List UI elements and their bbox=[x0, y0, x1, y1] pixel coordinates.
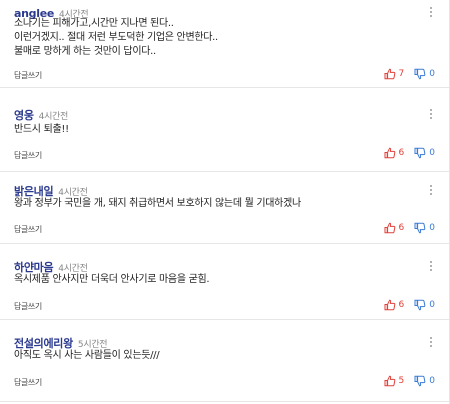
like-button[interactable]: 7 bbox=[384, 68, 405, 80]
like-count: 6 bbox=[398, 148, 405, 158]
comment-item: 밝은내일 4시간전 왕과 정부가 국민을 개, 돼지 취급하면서 보호하지 않는데… bbox=[0, 172, 449, 244]
like-count: 6 bbox=[398, 223, 405, 233]
comment-line: 불매로 망하게 하는 것만이 답이다.. bbox=[14, 46, 156, 57]
like-count: 6 bbox=[398, 300, 405, 310]
more-options-icon[interactable] bbox=[427, 335, 435, 349]
dislike-count: 0 bbox=[429, 69, 435, 79]
dislike-count: 0 bbox=[429, 148, 435, 158]
comment-item: 하얀마음 4시간전 옥시제품 안사지만 더욱더 안사기로 마음을 굳힘. 답글쓰기… bbox=[0, 244, 449, 320]
comment-text: 반드시 퇴출!! bbox=[14, 123, 69, 137]
dislike-button[interactable]: 0 bbox=[414, 222, 435, 234]
thumbs-up-icon bbox=[384, 375, 395, 387]
thumbs-down-icon bbox=[414, 375, 426, 387]
comment-text: 왕과 정부가 국민을 개, 돼지 취급하면서 보호하지 않는데 뭘 기대하겠나 bbox=[14, 197, 301, 211]
dislike-button[interactable]: 0 bbox=[414, 299, 435, 311]
like-button[interactable]: 6 bbox=[384, 299, 405, 311]
vote-group: 5 0 bbox=[384, 375, 435, 387]
dislike-count: 0 bbox=[429, 223, 435, 233]
thumbs-down-icon bbox=[414, 147, 426, 159]
dislike-count: 0 bbox=[429, 376, 435, 386]
comment-header: 영웅 4시간전 bbox=[14, 104, 68, 123]
more-options-icon[interactable] bbox=[427, 183, 435, 197]
dislike-count: 0 bbox=[429, 300, 435, 310]
reply-button[interactable]: 답글쓰기 bbox=[14, 70, 42, 81]
comment-line: 반드시 퇴출!! bbox=[14, 124, 69, 135]
comment-line: 옥시제품 안사지만 더욱더 안사기로 마음을 굳힘. bbox=[14, 274, 210, 285]
comment-item: anglee 4시간전 소나기는 피해가고,시간만 지나면 된다.. 이런거겠지.… bbox=[0, 0, 449, 88]
comment-line: 왕과 정부가 국민을 개, 돼지 취급하면서 보호하지 않는데 뭘 기대하겠나 bbox=[14, 198, 301, 209]
dislike-button[interactable]: 0 bbox=[414, 147, 435, 159]
like-count: 5 bbox=[398, 376, 405, 386]
comment-author[interactable]: 영웅 bbox=[14, 109, 34, 122]
more-options-icon[interactable] bbox=[427, 259, 435, 273]
thumbs-up-icon bbox=[384, 68, 395, 80]
more-options-icon[interactable] bbox=[427, 5, 435, 19]
comment-line: 소나기는 피해가고,시간만 지나면 된다.. bbox=[14, 18, 174, 29]
comment-line: 이런거겠지.. 절대 저런 부도덕한 기업은 안변한다.. bbox=[14, 32, 218, 43]
thumbs-down-icon bbox=[414, 222, 426, 234]
more-options-icon[interactable] bbox=[427, 107, 435, 121]
comment-text: 소나기는 피해가고,시간만 지나면 된다.. 이런거겠지.. 절대 저런 부도덕… bbox=[14, 17, 218, 59]
comment-text: 아직도 옥시 사는 사람들이 있는듯/// bbox=[14, 349, 160, 363]
comment-item: 전설의에리왕 5시간전 아직도 옥시 사는 사람들이 있는듯/// 답글쓰기 5 … bbox=[0, 320, 449, 402]
thumbs-up-icon bbox=[384, 299, 395, 311]
like-button[interactable]: 6 bbox=[384, 222, 405, 234]
thumbs-up-icon bbox=[384, 222, 395, 234]
vote-group: 6 0 bbox=[384, 299, 435, 311]
dislike-button[interactable]: 0 bbox=[414, 375, 435, 387]
like-count: 7 bbox=[398, 69, 405, 79]
comment-list: anglee 4시간전 소나기는 피해가고,시간만 지나면 된다.. 이런거겠지.… bbox=[0, 0, 450, 404]
comment-line: 아직도 옥시 사는 사람들이 있는듯/// bbox=[14, 350, 160, 361]
comment-text: 옥시제품 안사지만 더욱더 안사기로 마음을 굳힘. bbox=[14, 273, 210, 287]
like-button[interactable]: 6 bbox=[384, 147, 405, 159]
comment-item: 영웅 4시간전 반드시 퇴출!! 답글쓰기 6 0 bbox=[0, 88, 449, 172]
reply-button[interactable]: 답글쓰기 bbox=[14, 377, 42, 388]
reply-button[interactable]: 답글쓰기 bbox=[14, 150, 42, 161]
thumbs-down-icon bbox=[414, 68, 426, 80]
comment-time: 4시간전 bbox=[38, 112, 69, 122]
reply-button[interactable]: 답글쓰기 bbox=[14, 224, 42, 235]
dislike-button[interactable]: 0 bbox=[414, 68, 435, 80]
thumbs-down-icon bbox=[414, 299, 426, 311]
vote-group: 7 0 bbox=[384, 68, 435, 80]
vote-group: 6 0 bbox=[384, 147, 435, 159]
vote-group: 6 0 bbox=[384, 222, 435, 234]
thumbs-up-icon bbox=[384, 147, 395, 159]
like-button[interactable]: 5 bbox=[384, 375, 405, 387]
reply-button[interactable]: 답글쓰기 bbox=[14, 301, 42, 312]
